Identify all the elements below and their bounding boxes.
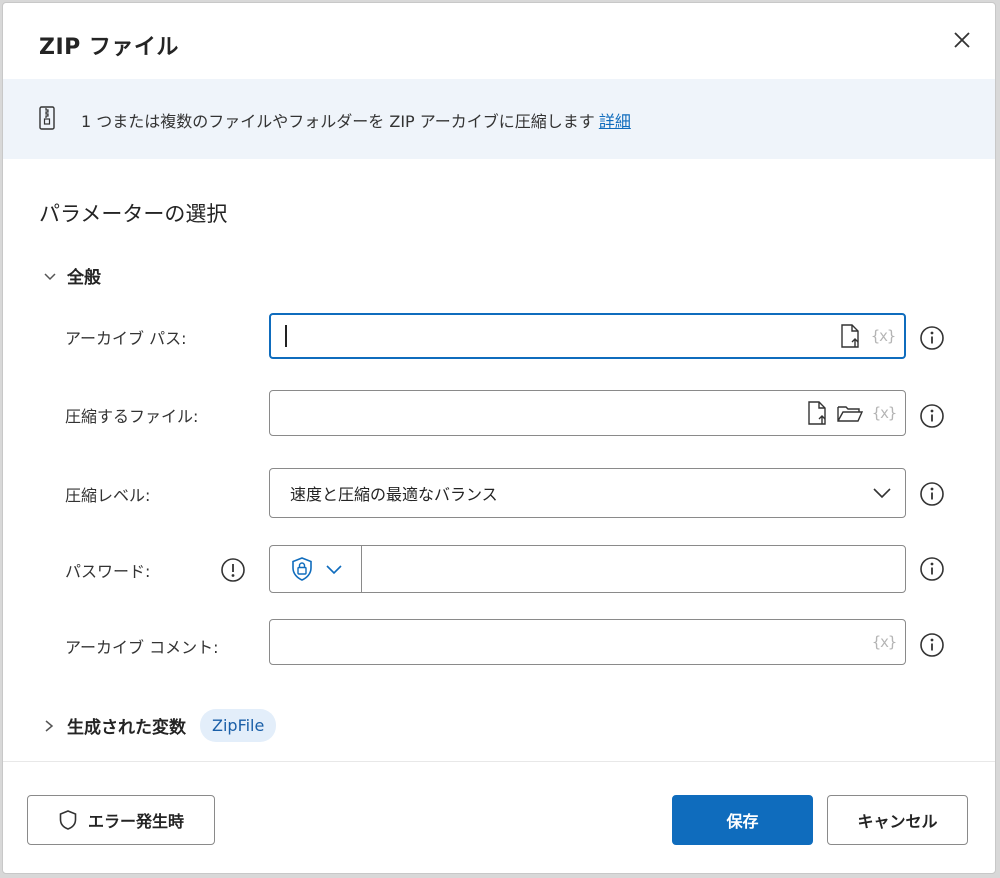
archive-path-input[interactable]: {x}	[269, 313, 906, 359]
dialog-title: ZIP ファイル	[39, 35, 179, 60]
shield-lock-icon	[291, 557, 312, 581]
zip-file-dialog: ZIP ファイル 1 つまたは複数のファイルやフォルダーを ZIP アーカイブに…	[2, 2, 996, 874]
save-button[interactable]: 保存	[672, 795, 813, 845]
chevron-down-icon	[325, 565, 342, 575]
on-error-button[interactable]: エラー発生時	[27, 795, 215, 845]
info-icon[interactable]	[919, 325, 945, 351]
select-file-icon[interactable]	[803, 399, 831, 427]
variable-chip-zipfile[interactable]: ZipFile	[200, 709, 277, 742]
select-file-icon[interactable]	[836, 322, 864, 350]
generated-variables-label: 生成された変数	[67, 718, 186, 738]
password-mode-selector[interactable]	[270, 546, 362, 592]
files-to-zip-label: 圧縮するファイル:	[65, 407, 199, 426]
files-to-zip-input[interactable]: {x}	[269, 390, 906, 436]
compression-level-label: 圧縮レベル:	[65, 486, 151, 505]
general-group-label: 全般	[67, 268, 101, 288]
zip-archive-icon	[39, 106, 55, 130]
shield-icon	[59, 810, 77, 830]
info-icon[interactable]	[919, 556, 945, 582]
on-error-label: エラー発生時	[87, 812, 184, 831]
details-link[interactable]: 詳細	[599, 112, 631, 131]
variable-icon[interactable]: {x}	[869, 404, 899, 422]
password-input[interactable]	[269, 545, 906, 593]
chevron-down-icon	[873, 488, 891, 499]
footer-divider	[3, 761, 995, 762]
archive-path-label: アーカイブ パス:	[65, 329, 187, 348]
description-text-row: 1 つまたは複数のファイルやフォルダーを ZIP アーカイブに圧縮します 詳細	[81, 108, 631, 132]
chevron-right-icon	[45, 719, 54, 732]
compression-level-value: 速度と圧縮の最適なバランス	[290, 485, 498, 504]
info-icon[interactable]	[919, 481, 945, 507]
info-icon[interactable]	[919, 632, 945, 658]
close-icon[interactable]	[947, 25, 977, 55]
text-caret	[285, 325, 287, 347]
archive-comment-label: アーカイブ コメント:	[65, 638, 219, 657]
warning-icon[interactable]	[220, 557, 246, 583]
description-text: 1 つまたは複数のファイルやフォルダーを ZIP アーカイブに圧縮します	[81, 112, 595, 131]
cancel-button[interactable]: キャンセル	[827, 795, 968, 845]
variable-icon[interactable]: {x}	[868, 327, 898, 345]
info-icon[interactable]	[919, 403, 945, 429]
archive-comment-input[interactable]: {x}	[269, 619, 906, 665]
generated-variables-header[interactable]: 生成された変数 ZipFile	[43, 709, 277, 742]
password-label: パスワード:	[65, 562, 151, 581]
description-banner: 1 つまたは複数のファイルやフォルダーを ZIP アーカイブに圧縮します 詳細	[3, 79, 995, 159]
chevron-down-icon	[44, 272, 56, 280]
compression-level-dropdown[interactable]: 速度と圧縮の最適なバランス	[269, 468, 906, 518]
select-folder-icon[interactable]	[835, 399, 865, 427]
section-title: パラメーターの選択	[39, 202, 228, 226]
variable-icon[interactable]: {x}	[869, 633, 899, 651]
general-group-header[interactable]: 全般	[43, 263, 101, 288]
